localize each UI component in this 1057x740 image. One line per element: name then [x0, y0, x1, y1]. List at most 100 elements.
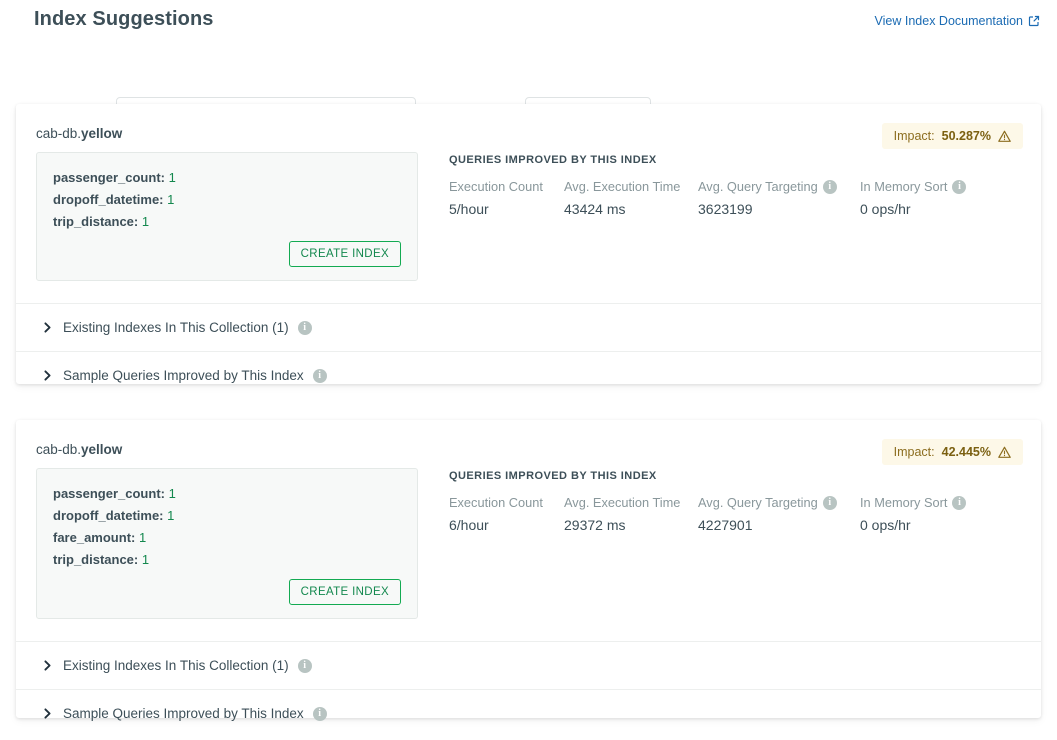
namespace: cab-db.yellow	[36, 442, 1021, 457]
index-key-value: 1	[142, 552, 149, 567]
database-name: cab-db.	[36, 126, 81, 141]
metrics-panel: QUERIES IMPROVED BY THIS INDEX Execution…	[449, 152, 1000, 217]
warning-triangle-icon	[998, 446, 1011, 459]
index-key-line: passenger_count: 1	[53, 167, 401, 189]
index-key-line: dropoff_datetime: 1	[53, 189, 401, 211]
impact-label: Impact:	[894, 445, 935, 459]
index-key-value: 1	[169, 486, 176, 501]
database-name: cab-db.	[36, 442, 81, 457]
metric-value: 6/hour	[449, 517, 564, 533]
metric-label: In Memory Sorti	[860, 495, 1000, 510]
index-key-value: 1	[142, 214, 149, 229]
metric-label: Avg. Execution Time	[564, 179, 698, 194]
chevron-right-icon	[42, 708, 53, 719]
metrics-title: QUERIES IMPROVED BY THIS INDEX	[449, 154, 1000, 166]
info-icon[interactable]: i	[313, 369, 327, 383]
create-index-button[interactable]: CREATE INDEX	[289, 241, 401, 267]
metric-label-text: Avg. Execution Time	[564, 179, 680, 194]
metric: Execution Count 6/hour	[449, 495, 564, 533]
metric-value: 29372 ms	[564, 517, 698, 533]
index-suggestion-card: cab-db.yellow Impact: 50.287% passenger_…	[16, 104, 1041, 384]
info-icon[interactable]: i	[952, 496, 966, 510]
index-key-value: 1	[169, 170, 176, 185]
impact-percent-sign: %	[980, 129, 991, 143]
info-icon[interactable]: i	[298, 659, 312, 673]
metric-label: In Memory Sort i	[860, 179, 1000, 194]
suggested-index-box: passenger_count: 1dropoff_datetime: 1far…	[36, 468, 418, 619]
metric-label: Execution Count	[449, 495, 564, 510]
filter-bar: COLLECTION: All Collections (6 Suggestio…	[0, 48, 1057, 88]
view-index-documentation-link[interactable]: View Index Documentation	[875, 14, 1040, 28]
index-key-line: dropoff_datetime: 1	[53, 505, 401, 527]
index-key-field: dropoff_datetime:	[53, 192, 164, 207]
impact-value: 50.287	[942, 129, 980, 143]
metrics-panel: QUERIES IMPROVED BY THIS INDEX Execution…	[449, 468, 1000, 533]
metric-row: Execution Count5/hourAvg. Execution Time…	[449, 179, 1000, 217]
metric: Execution Count5/hour	[449, 179, 564, 217]
index-key-value: 1	[139, 530, 146, 545]
metric-row: Execution Count 6/hourAvg. Execution Time…	[449, 495, 1000, 533]
index-key-value: 1	[167, 508, 174, 523]
info-icon[interactable]: i	[313, 707, 327, 721]
index-key-field: passenger_count:	[53, 170, 165, 185]
metric-value: 4227901	[698, 517, 860, 533]
card-body: cab-db.yellow Impact: 42.445% passenger_…	[16, 420, 1041, 619]
metric-label-text: In Memory Sort	[860, 179, 947, 194]
accordion-label: Existing Indexes In This Collection (1)	[63, 658, 289, 673]
index-key-line: trip_distance: 1	[53, 549, 401, 571]
impact-value: 42.445	[942, 445, 980, 459]
metric-label-text: Avg. Query Targeting	[698, 179, 818, 194]
accordion-list: Existing Indexes In This Collection (1)i…	[16, 303, 1041, 399]
collection-name: yellow	[81, 126, 122, 141]
index-key-field: fare_amount:	[53, 530, 135, 545]
metric-value: 3623199	[698, 201, 860, 217]
metric: Avg. Query Targeting i 4227901	[698, 495, 860, 533]
info-icon[interactable]: i	[952, 180, 966, 194]
metric-label-text: Execution Count	[449, 179, 543, 194]
metrics-title: QUERIES IMPROVED BY THIS INDEX	[449, 470, 1000, 482]
accordion-toggle[interactable]: Existing Indexes In This Collection (1)i	[16, 303, 1041, 351]
metric: Avg. Query Targeting i 3623199	[698, 179, 860, 217]
info-icon[interactable]: i	[298, 321, 312, 335]
info-icon[interactable]: i	[823, 496, 837, 510]
metric: Avg. Execution Time 29372 ms	[564, 495, 698, 533]
accordion-toggle[interactable]: Sample Queries Improved by This Indexi	[16, 351, 1041, 399]
card-main-row: passenger_count: 1dropoff_datetime: 1tri…	[36, 152, 1021, 281]
index-key-line: fare_amount: 1	[53, 527, 401, 549]
impact-percent-sign: %	[980, 445, 991, 459]
external-link-icon	[1028, 15, 1040, 27]
card-main-row: passenger_count: 1dropoff_datetime: 1far…	[36, 468, 1021, 619]
page-title: Index Suggestions	[34, 8, 214, 31]
metric-label-text: Avg. Query Targeting	[698, 495, 818, 510]
impact-label: Impact:	[894, 129, 935, 143]
index-key-field: trip_distance:	[53, 214, 138, 229]
metric-label-text: Execution Count	[449, 495, 543, 510]
info-icon[interactable]: i	[823, 180, 837, 194]
namespace: cab-db.yellow	[36, 126, 1021, 141]
index-suggestion-card: cab-db.yellow Impact: 42.445% passenger_…	[16, 420, 1041, 718]
chevron-right-icon	[42, 370, 53, 381]
metric: In Memory Sorti 0 ops/hr	[860, 495, 1000, 533]
impact-badge: Impact: 50.287%	[882, 123, 1023, 149]
metric-label: Avg. Query Targeting i	[698, 495, 860, 510]
chevron-right-icon	[42, 322, 53, 333]
accordion-toggle[interactable]: Existing Indexes In This Collection (1) i	[16, 641, 1041, 689]
metric: Avg. Execution Time 43424 ms	[564, 179, 698, 217]
metric-value: 0 ops/hr	[860, 517, 1000, 533]
index-key-field: dropoff_datetime:	[53, 508, 164, 523]
metric-label: Avg. Query Targeting i	[698, 179, 860, 194]
metric-label: Avg. Execution Time	[564, 495, 698, 510]
impact-badge: Impact: 42.445%	[882, 439, 1023, 465]
index-key-value: 1	[167, 192, 174, 207]
chevron-right-icon	[42, 660, 53, 671]
metric-value: 43424 ms	[564, 201, 698, 217]
accordion-toggle[interactable]: Sample Queries Improved by This Indexi	[16, 689, 1041, 737]
accordion-list: Existing Indexes In This Collection (1) i…	[16, 641, 1041, 737]
metric-label-text: Avg. Execution Time	[564, 495, 680, 510]
collection-name: yellow	[81, 442, 122, 457]
create-index-button[interactable]: CREATE INDEX	[289, 579, 401, 605]
metric-value: 0 ops/hr	[860, 201, 1000, 217]
index-suggestions-page: Index Suggestions View Index Documentati…	[0, 0, 1057, 740]
index-key-line: passenger_count: 1	[53, 483, 401, 505]
metric-label: Execution Count	[449, 179, 564, 194]
